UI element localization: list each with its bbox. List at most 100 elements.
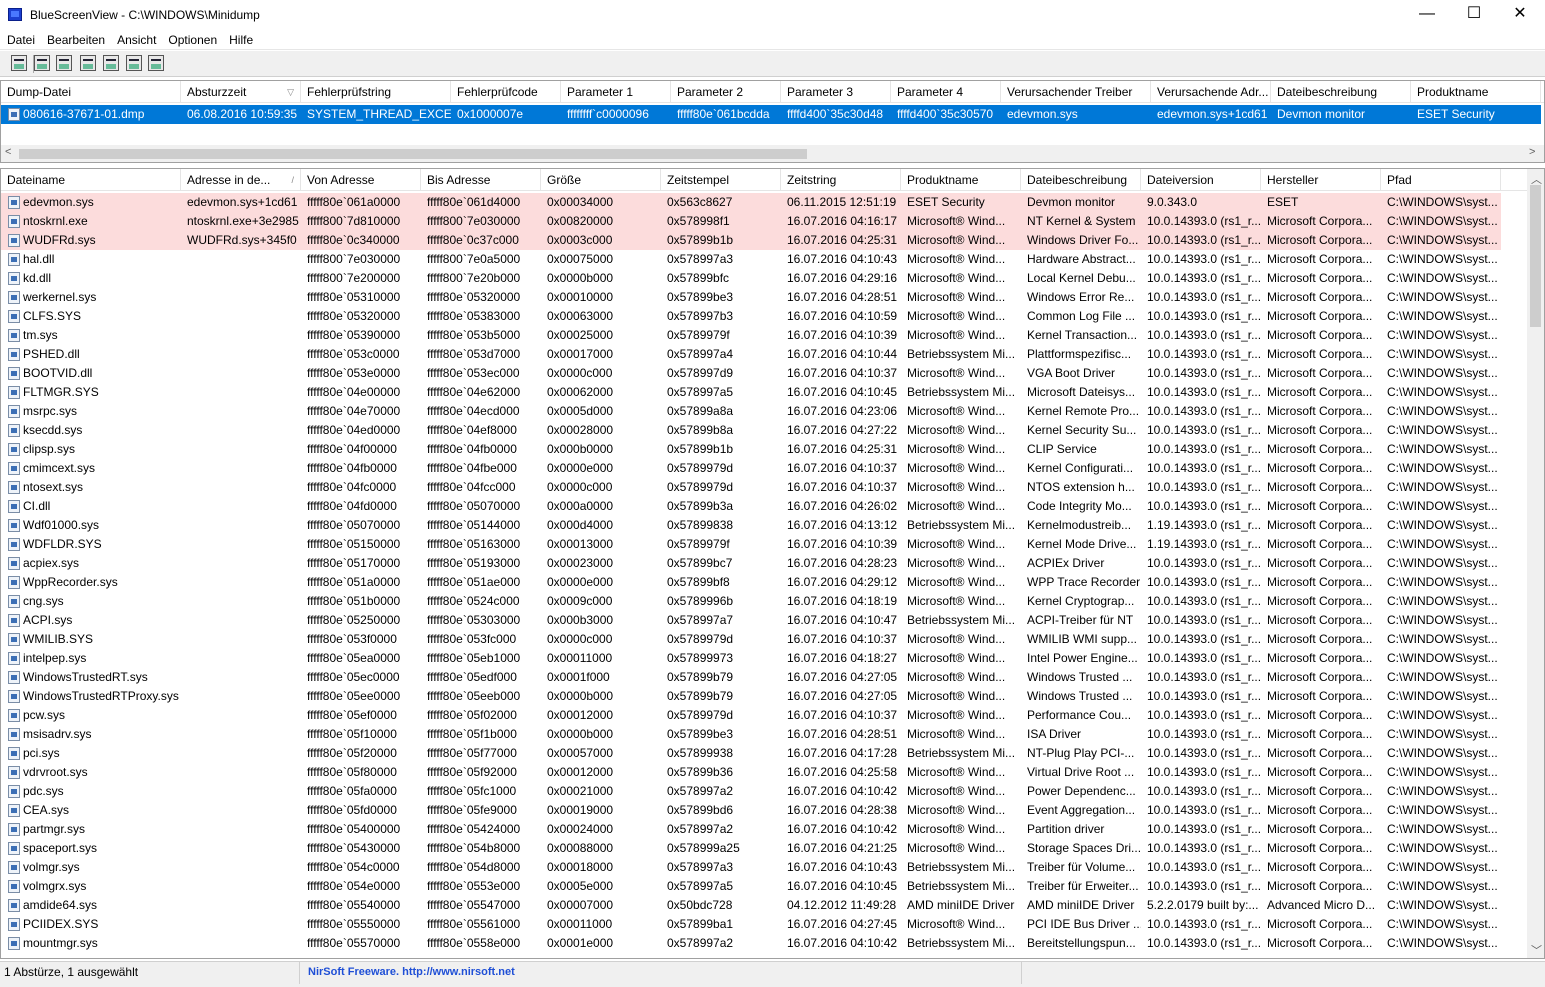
refresh-icon[interactable]	[56, 55, 72, 71]
module-row[interactable]: ntosext.sys fffff80e`04fc0000 fffff80e`04f…	[1, 478, 1501, 497]
module-row[interactable]: intelpep.sys fffff80e`05ea0000 fffff80e`05…	[1, 649, 1501, 668]
module-row[interactable]: PCIIDEX.SYS fffff80e`05550000 fffff80e`055…	[1, 915, 1501, 934]
menu-bearbeiten[interactable]: Bearbeiten	[41, 30, 111, 50]
module-row[interactable]: CLFS.SYS fffff80e`05320000 fffff80e`053830…	[1, 307, 1501, 326]
module-col-header[interactable]: Bis Adresse	[421, 169, 541, 191]
module-cell	[181, 364, 301, 383]
module-row[interactable]: tm.sys fffff80e`05390000 fffff80e`053b5000…	[1, 326, 1501, 345]
module-row[interactable]: pdc.sys fffff80e`05fa0000 fffff80e`05fc100…	[1, 782, 1501, 801]
module-row[interactable]: CI.dll fffff80e`04fd0000 fffff80e`05070000…	[1, 497, 1501, 516]
minimize-button[interactable]: —	[1404, 0, 1450, 30]
crash-col-header[interactable]: Parameter 2	[671, 81, 781, 103]
hscroll-thumb[interactable]	[19, 149, 807, 159]
module-row[interactable]: partmgr.sys fffff80e`05400000 fffff80e`054…	[1, 820, 1501, 839]
module-col-header[interactable]: Produktname	[901, 169, 1021, 191]
crash-col-header[interactable]: Dump-Datei	[1, 81, 181, 103]
scroll-left-arrow[interactable]: <	[5, 146, 11, 158]
module-row[interactable]: ksecdd.sys fffff80e`04ed0000 fffff80e`04ef…	[1, 421, 1501, 440]
module-col-header[interactable]: Hersteller	[1261, 169, 1381, 191]
html-report-icon[interactable]	[103, 55, 119, 71]
module-col-header[interactable]: Größe	[541, 169, 661, 191]
module-row[interactable]: clipsp.sys fffff80e`04f00000 fffff80e`04fb…	[1, 440, 1501, 459]
module-cell	[181, 839, 301, 858]
module-row[interactable]: CEA.sys fffff80e`05fd0000 fffff80e`05fe900…	[1, 801, 1501, 820]
properties-icon[interactable]	[11, 55, 27, 71]
module-col-header[interactable]: Dateiname	[1, 169, 181, 191]
module-list[interactable]: Dateiname Adresse in de... / Von Adresse Bis…	[0, 168, 1545, 959]
module-row[interactable]: WppRecorder.sys fffff80e`051a0000 fffff80e…	[1, 573, 1501, 592]
module-row[interactable]: msisadrv.sys fffff80e`05f10000 fffff80e`05…	[1, 725, 1501, 744]
maximize-button[interactable]: ☐	[1451, 0, 1497, 30]
module-row[interactable]: acpiex.sys fffff80e`05170000 fffff80e`0519…	[1, 554, 1501, 573]
module-row[interactable]: WUDFRd.sys WUDFRd.sys+345f0 fffff80e`0c340…	[1, 231, 1501, 250]
menu-datei[interactable]: Datei	[1, 30, 41, 50]
crash-col-header[interactable]: Fehlerprüfcode	[451, 81, 561, 103]
module-row[interactable]: cng.sys fffff80e`051b0000 fffff80e`0524c00…	[1, 592, 1501, 611]
crash-list-hscrollbar[interactable]: < >	[1, 145, 1544, 162]
module-row[interactable]: ntoskrnl.exe ntoskrnl.exe+3e2985 fffff800`…	[1, 212, 1501, 231]
vscroll-thumb[interactable]	[1530, 185, 1541, 327]
module-row[interactable]: BOOTVID.dll fffff80e`053e0000 fffff80e`053…	[1, 364, 1501, 383]
module-col-header[interactable]: Zeitstring	[781, 169, 901, 191]
module-col-header[interactable]: Pfad	[1381, 169, 1501, 191]
nirsoft-link[interactable]: NirSoft Freeware. http://www.nirsoft.net	[300, 962, 1022, 984]
module-cell: Microsoft Corpora...	[1267, 803, 1373, 817]
module-row[interactable]: volmgr.sys fffff80e`054c0000 fffff80e`054d…	[1, 858, 1501, 877]
crash-col-header[interactable]: Parameter 3	[781, 81, 891, 103]
module-row[interactable]: spaceport.sys fffff80e`05430000 fffff80e`0…	[1, 839, 1501, 858]
module-row[interactable]: pci.sys fffff80e`05f20000 fffff80e`05f7700…	[1, 744, 1501, 763]
module-list-vscrollbar[interactable]: ︿ ﹀	[1527, 169, 1544, 958]
module-row[interactable]: WindowsTrustedRT.sys fffff80e`05ec0000 fff…	[1, 668, 1501, 687]
module-row[interactable]: PSHED.dll fffff80e`053c0000 fffff80e`053d7…	[1, 345, 1501, 364]
module-row[interactable]: ACPI.sys fffff80e`05250000 fffff80e`053030…	[1, 611, 1501, 630]
module-col-header[interactable]: Dateibeschreibung	[1021, 169, 1141, 191]
module-cell: fffff80e`061a0000	[307, 195, 401, 209]
module-row[interactable]: volmgrx.sys fffff80e`054e0000 fffff80e`055…	[1, 877, 1501, 896]
crash-col-header[interactable]: Parameter 4	[891, 81, 1001, 103]
menu-ansicht[interactable]: Ansicht	[111, 30, 162, 50]
crash-col-header[interactable]: Verursachende Adr...	[1151, 81, 1271, 103]
scroll-down-arrow[interactable]: ﹀	[1531, 942, 1542, 958]
module-col-header[interactable]: Zeitstempel	[661, 169, 781, 191]
crash-list[interactable]: Dump-Datei Absturzzeit ▽ Fehlerprüfstring Fe…	[0, 80, 1545, 163]
crash-col-header[interactable]: Produktname	[1411, 81, 1541, 103]
module-cell: 10.0.14393.0 (rs1_r...	[1147, 632, 1261, 646]
module-row[interactable]: Wdf01000.sys fffff80e`05070000 fffff80e`05…	[1, 516, 1501, 535]
module-row[interactable]: WDFLDR.SYS fffff80e`05150000 fffff80e`0516…	[1, 535, 1501, 554]
crash-col-header[interactable]: Dateibeschreibung	[1271, 81, 1411, 103]
module-row[interactable]: msrpc.sys fffff80e`04e70000 fffff80e`04ecd…	[1, 402, 1501, 421]
scroll-right-arrow[interactable]: >	[1529, 146, 1535, 158]
module-row[interactable]: WMILIB.SYS fffff80e`053f0000 fffff80e`053f…	[1, 630, 1501, 649]
crash-col-header[interactable]: Verursachender Treiber	[1001, 81, 1151, 103]
menu-hilfe[interactable]: Hilfe	[223, 30, 259, 50]
module-cell: fffff80e`05163000	[427, 537, 521, 551]
module-row[interactable]: werkernel.sys fffff80e`05310000 fffff80e`0…	[1, 288, 1501, 307]
module-cell: Microsoft® Wind...	[907, 708, 1006, 722]
module-row[interactable]: mountmgr.sys fffff80e`05570000 fffff80e`05…	[1, 934, 1501, 953]
exit-icon[interactable]	[148, 55, 164, 71]
module-row[interactable]: hal.dll fffff800`7e030000 fffff800`7e0a500…	[1, 250, 1501, 269]
module-row[interactable]: WindowsTrustedRTProxy.sys fffff80e`05ee00…	[1, 687, 1501, 706]
close-button[interactable]: ✕	[1497, 0, 1543, 30]
module-cell: Microsoft Corpora...	[1267, 385, 1373, 399]
save-icon[interactable]	[34, 55, 50, 71]
crash-row[interactable]: 080616-37671-01.dmp 06.08.2016 10:59:35 SY…	[1, 105, 1541, 124]
module-row[interactable]: edevmon.sys edevmon.sys+1cd61 fffff80e`061…	[1, 193, 1501, 212]
crash-col-header[interactable]: Parameter 1	[561, 81, 671, 103]
find-icon[interactable]	[126, 55, 142, 71]
module-col-header[interactable]: Adresse in de... /	[181, 169, 301, 191]
module-row[interactable]: vdrvroot.sys fffff80e`05f80000 fffff80e`05…	[1, 763, 1501, 782]
module-row[interactable]: kd.dll fffff800`7e200000 fffff800`7e20b000…	[1, 269, 1501, 288]
module-cell: 10.0.14393.0 (rs1_r...	[1147, 404, 1261, 418]
copy-icon[interactable]	[80, 55, 96, 71]
module-col-header[interactable]: Von Adresse	[301, 169, 421, 191]
crash-col-header[interactable]: Fehlerprüfstring	[301, 81, 451, 103]
module-row[interactable]: pcw.sys fffff80e`05ef0000 fffff80e`05f0200…	[1, 706, 1501, 725]
module-col-header[interactable]: Dateiversion	[1141, 169, 1261, 191]
crash-cell: ffffd400`35c30d48	[787, 107, 884, 121]
module-row[interactable]: FLTMGR.SYS fffff80e`04e00000 fffff80e`04e6…	[1, 383, 1501, 402]
module-row[interactable]: amdide64.sys fffff80e`05540000 fffff80e`05…	[1, 896, 1501, 915]
module-row[interactable]: cmimcext.sys fffff80e`04fb0000 fffff80e`04…	[1, 459, 1501, 478]
crash-col-header[interactable]: Absturzzeit ▽	[181, 81, 301, 103]
menu-optionen[interactable]: Optionen	[162, 30, 223, 50]
